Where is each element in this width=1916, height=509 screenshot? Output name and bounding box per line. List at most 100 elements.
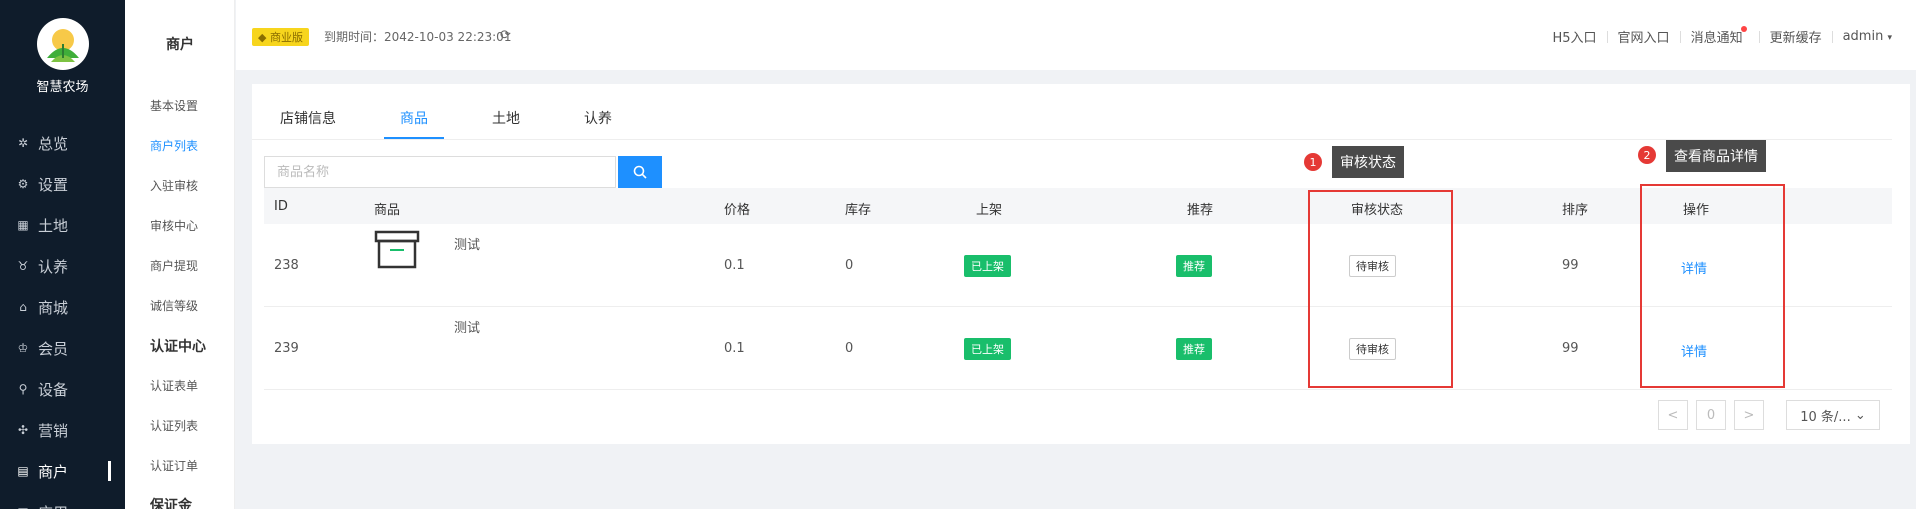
sub-item-withdraw[interactable]: 商户提现 bbox=[150, 257, 198, 274]
nav-label: 认养 bbox=[38, 257, 69, 276]
tab-products[interactable]: 商品 bbox=[400, 108, 428, 128]
sub-group-certification: 认证中心 bbox=[150, 339, 206, 355]
recommend-badge[interactable]: 推荐 bbox=[1176, 338, 1212, 360]
search-button[interactable] bbox=[618, 156, 662, 188]
marketing-icon: ✣ bbox=[17, 423, 29, 437]
notification-dot bbox=[1740, 25, 1747, 32]
cell-sort: 99 bbox=[1562, 258, 1579, 273]
caret-down-icon: ▾ bbox=[1887, 33, 1892, 43]
adopt-icon: ♉ bbox=[17, 259, 29, 273]
nav-item-store[interactable]: ⌂ 商城 bbox=[16, 292, 116, 322]
nav-active-indicator bbox=[108, 461, 111, 481]
diamond-icon: ◆ bbox=[258, 31, 267, 44]
cell-sort: 99 bbox=[1562, 341, 1579, 356]
member-icon: ♔ bbox=[17, 341, 29, 355]
cell-id: 238 bbox=[274, 258, 299, 273]
tab-store-info[interactable]: 店铺信息 bbox=[280, 108, 336, 128]
product-name-search-input[interactable] bbox=[264, 156, 616, 188]
cell-id: 239 bbox=[274, 341, 299, 356]
divider bbox=[1758, 30, 1760, 43]
nav-item-member[interactable]: ♔ 会员 bbox=[16, 333, 116, 363]
edition-label: 商业版 bbox=[269, 31, 303, 44]
refresh-icon[interactable]: ⟳ bbox=[500, 28, 511, 43]
sub-nav: 商户 基本设置 商户列表 入驻审核 审核中心 商户提现 诚信等级 认证中心 认证… bbox=[125, 0, 235, 509]
annotation-number-1: 1 bbox=[1304, 153, 1322, 171]
nav-item-settings[interactable]: ⚙ 设置 bbox=[16, 169, 116, 199]
prev-page-button[interactable]: < bbox=[1658, 400, 1688, 430]
cell-stock: 0 bbox=[845, 258, 854, 273]
search-icon bbox=[633, 165, 647, 179]
sub-item-credit-level[interactable]: 诚信等级 bbox=[150, 297, 198, 314]
land-icon: ▦ bbox=[17, 218, 29, 232]
clear-cache-link[interactable]: 更新缓存 bbox=[1770, 27, 1822, 46]
header-links: H5入口 官网入口 消息通知 更新缓存 admin ▾ bbox=[1553, 25, 1892, 46]
sub-item-basic-settings[interactable]: 基本设置 bbox=[150, 97, 198, 114]
recommend-badge[interactable]: 推荐 bbox=[1176, 255, 1212, 277]
page-size-value: 10 条/... bbox=[1800, 409, 1851, 425]
annotation-callout-review-status: 审核状态 bbox=[1332, 146, 1404, 178]
user-menu[interactable]: admin ▾ bbox=[1843, 29, 1892, 44]
nav-label: 总览 bbox=[38, 134, 69, 153]
col-price: 价格 bbox=[724, 203, 751, 218]
divider bbox=[1831, 30, 1833, 43]
col-sort: 排序 bbox=[1562, 203, 1589, 218]
store-icon: ⌂ bbox=[19, 300, 27, 314]
annotation-callout-details: 查看商品详情 bbox=[1666, 140, 1766, 172]
active-tab-indicator bbox=[384, 137, 444, 139]
col-shelf: 上架 bbox=[976, 203, 1003, 218]
notifications-link[interactable]: 消息通知 bbox=[1691, 27, 1743, 46]
edition-badge: ◆ 商业版 bbox=[252, 28, 309, 46]
settings-icon: ⚙ bbox=[17, 177, 29, 191]
sub-item-entry-review[interactable]: 入驻审核 bbox=[150, 177, 198, 194]
submenu-title: 商户 bbox=[166, 37, 194, 53]
nav-item-apps[interactable]: ▣ 应用 bbox=[16, 497, 116, 509]
nav-label: 会员 bbox=[38, 339, 69, 358]
nav-label: 应用 bbox=[38, 502, 68, 509]
page-number-input[interactable]: 0 bbox=[1696, 400, 1726, 430]
shelf-status-badge[interactable]: 已上架 bbox=[964, 255, 1011, 277]
nav-item-device[interactable]: ⚲ 设备 bbox=[16, 374, 116, 404]
page-size-select[interactable]: 10 条/... ⌄ bbox=[1786, 400, 1880, 430]
expire-time: 到期时间：2042-10-03 22:23:01 bbox=[324, 30, 512, 44]
nav-item-overview[interactable]: ✲ 总览 bbox=[16, 128, 116, 158]
cell-product-name: 测试 bbox=[454, 238, 481, 253]
tab-land[interactable]: 土地 bbox=[492, 108, 520, 128]
col-product: 商品 bbox=[374, 203, 401, 218]
cell-price: 0.1 bbox=[724, 341, 745, 356]
sub-item-cert-list[interactable]: 认证列表 bbox=[150, 417, 198, 434]
sub-item-merchant-list[interactable]: 商户列表 bbox=[150, 137, 198, 154]
logo: 智慧农场 bbox=[0, 18, 125, 95]
device-icon: ⚲ bbox=[18, 382, 28, 396]
product-image-placeholder-icon bbox=[374, 230, 420, 274]
chevron-down-icon: ⌄ bbox=[1854, 407, 1866, 423]
col-stock: 库存 bbox=[845, 203, 872, 218]
nav-label: 商户 bbox=[38, 462, 69, 481]
nav-item-land[interactable]: ▦ 土地 bbox=[16, 210, 116, 240]
sub-item-cert-form[interactable]: 认证表单 bbox=[150, 377, 198, 394]
annotation-number-2: 2 bbox=[1638, 146, 1656, 164]
nav-label: 设备 bbox=[38, 380, 69, 399]
divider bbox=[1679, 30, 1681, 43]
nav-item-adopt[interactable]: ♉ 认养 bbox=[16, 251, 116, 281]
nav-label: 设置 bbox=[38, 175, 69, 194]
nav-label: 土地 bbox=[38, 216, 69, 235]
nav-item-merchant[interactable]: ▤ 商户 bbox=[16, 456, 116, 486]
farm-logo-icon bbox=[36, 18, 89, 70]
tab-adopt[interactable]: 认养 bbox=[584, 108, 612, 128]
main-nav: 智慧农场 ✲ 总览 ⚙ 设置 ▦ 土地 ♉ 认养 ⌂ 商城 ♔ 会员 ⚲ 设备 ✣ 营销 ▤ 商户… bbox=[0, 0, 125, 509]
col-recommend: 推荐 bbox=[1187, 203, 1214, 218]
cell-product-name: 测试 bbox=[454, 321, 481, 336]
merchant-icon: ▤ bbox=[17, 464, 29, 478]
sub-item-cert-orders[interactable]: 认证订单 bbox=[150, 457, 198, 474]
h5-entry-link[interactable]: H5入口 bbox=[1553, 27, 1597, 46]
apps-icon: ▣ bbox=[16, 505, 30, 509]
top-header: ◆ 商业版 到期时间：2042-10-03 22:23:01 ⟳ H5入口 官网… bbox=[236, 0, 1916, 70]
website-entry-link[interactable]: 官网入口 bbox=[1618, 27, 1670, 46]
username: admin bbox=[1842, 29, 1884, 44]
annotation-box-actions bbox=[1640, 184, 1785, 388]
sub-item-review-center[interactable]: 审核中心 bbox=[150, 217, 198, 234]
nav-label: 商城 bbox=[38, 298, 69, 317]
shelf-status-badge[interactable]: 已上架 bbox=[964, 338, 1011, 360]
nav-item-marketing[interactable]: ✣ 营销 bbox=[16, 415, 116, 445]
next-page-button[interactable]: > bbox=[1734, 400, 1764, 430]
